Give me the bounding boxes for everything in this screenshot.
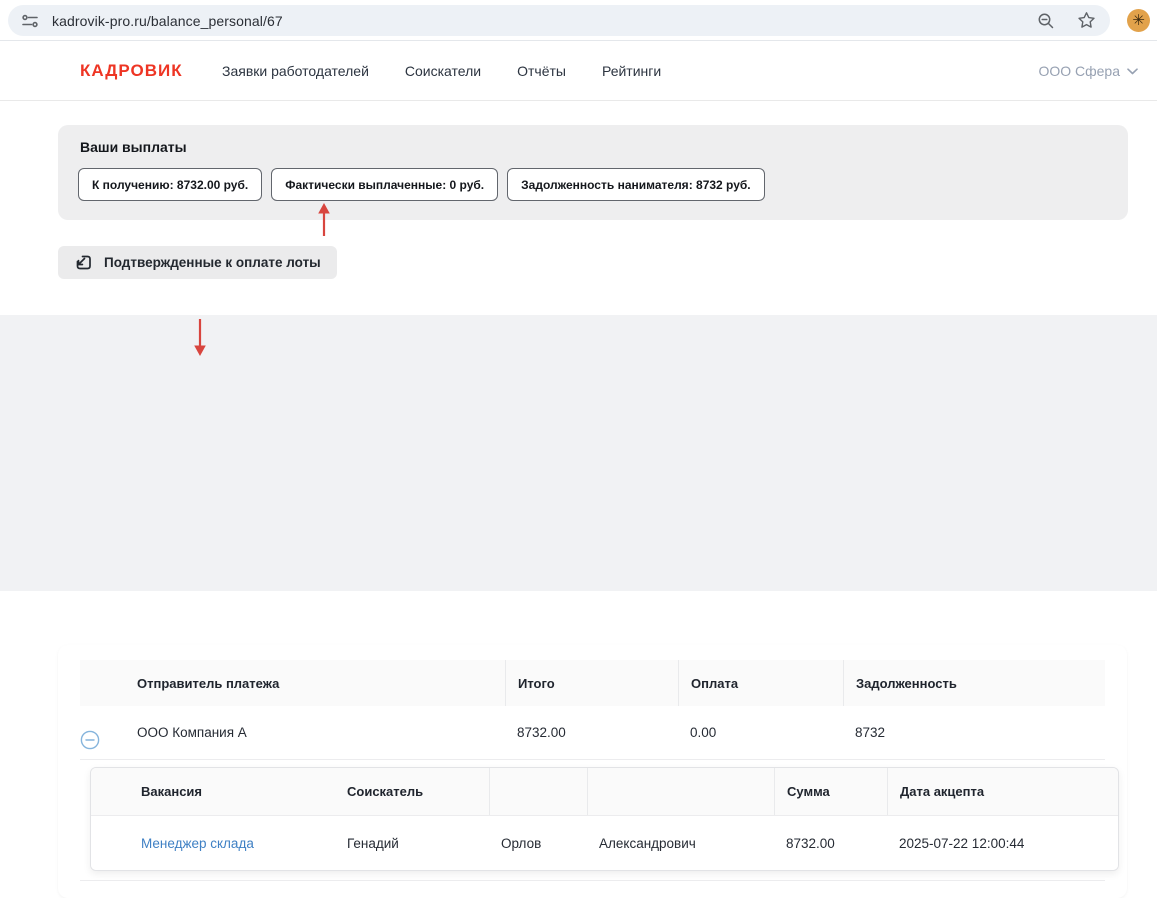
- row-sender: ООО Компания А: [130, 725, 505, 740]
- confirmed-lots-button[interactable]: Подтвержденные к оплате лоты: [58, 246, 337, 279]
- lots-detail-table: Вакансия Соискатель Сумма Дата акцепта М…: [90, 767, 1119, 871]
- col-header-vacancy: Вакансия: [117, 784, 335, 799]
- row-group-separator: [80, 880, 1105, 881]
- nav-item-reports[interactable]: Отчёты: [517, 63, 566, 79]
- row-paid: 0.00: [678, 725, 843, 740]
- bookmark-star-icon[interactable]: [1077, 11, 1096, 30]
- detail-table-header: Вакансия Соискатель Сумма Дата акцепта: [91, 768, 1118, 816]
- col-header-debt: Задолженность: [843, 660, 1105, 706]
- chevron-down-icon: [1127, 68, 1138, 75]
- site-logo[interactable]: КАДРОВИК: [80, 41, 183, 101]
- balance-card: Отправитель платежа Итого Оплата Задолже…: [58, 645, 1127, 898]
- col-header-sender: Отправитель платежа: [130, 676, 505, 691]
- profile-avatar[interactable]: ✳: [1127, 9, 1150, 32]
- vacancy-link[interactable]: Менеджер склада: [141, 836, 254, 851]
- lot-accept-date: 2025-07-22 12:00:44: [887, 836, 1118, 851]
- box-arrow-in-icon: [74, 253, 93, 272]
- table-row-company: ООО Компания А 8732.00 0.00 8732: [80, 706, 1105, 760]
- nav-item-applicants[interactable]: Соискатели: [405, 63, 481, 79]
- col-header-middlename-empty: [587, 768, 774, 815]
- site-header: КАДРОВИК Заявки работодателей Соискатели…: [0, 41, 1157, 101]
- col-header-amount: Сумма: [774, 768, 887, 815]
- nav-item-employer-requests[interactable]: Заявки работодателей: [222, 63, 369, 79]
- col-header-accept-date: Дата акцепта: [887, 768, 1118, 815]
- account-name: ООО Сфера: [1038, 63, 1120, 79]
- lot-amount: 8732.00: [774, 836, 887, 851]
- nav-item-ratings[interactable]: Рейтинги: [602, 63, 661, 79]
- url-text[interactable]: kadrovik-pro.ru/balance_personal/67: [52, 13, 283, 29]
- chip-actually-paid[interactable]: Фактически выплаченные: 0 руб.: [271, 168, 498, 201]
- payments-panel: Ваши выплаты К получению: 8732.00 руб. Ф…: [58, 125, 1128, 220]
- confirmed-lots-label: Подтвержденные к оплате лоты: [104, 255, 321, 270]
- payments-table-header: Отправитель платежа Итого Оплата Задолже…: [80, 660, 1105, 706]
- chip-employer-debt[interactable]: Задолженность нанимателя: 8732 руб.: [507, 168, 764, 201]
- site-settings-tune-icon[interactable]: [21, 14, 39, 28]
- applicant-last-name: Орлов: [489, 836, 587, 851]
- zoom-out-icon[interactable]: [1037, 12, 1055, 30]
- chip-to-receive[interactable]: К получению: 8732.00 руб.: [78, 168, 262, 201]
- col-header-applicant: Соискатель: [335, 784, 489, 799]
- applicant-first-name: Генадий: [335, 836, 489, 851]
- main-nav: Заявки работодателей Соискатели Отчёты Р…: [222, 41, 661, 101]
- collapse-minus-circle-icon[interactable]: [80, 730, 130, 750]
- applicant-middle-name: Александрович: [587, 836, 774, 851]
- col-header-paid: Оплата: [678, 660, 843, 706]
- balance-section: Отправитель платежа Итого Оплата Задолже…: [0, 315, 1157, 591]
- row-total: 8732.00: [505, 725, 678, 740]
- account-menu[interactable]: ООО Сфера: [1038, 41, 1138, 101]
- browser-toolbar: kadrovik-pro.ru/balance_personal/67 ✳: [0, 0, 1157, 41]
- row-debt: 8732: [843, 725, 1105, 740]
- payments-title: Ваши выплаты: [80, 139, 187, 155]
- detail-table-row: Менеджер склада Генадий Орлов Александро…: [91, 816, 1118, 870]
- address-bar[interactable]: kadrovik-pro.ru/balance_personal/67: [8, 5, 1110, 36]
- col-header-total: Итого: [505, 660, 678, 706]
- payments-chips: К получению: 8732.00 руб. Фактически вып…: [78, 168, 765, 201]
- col-header-lastname-empty: [489, 768, 587, 815]
